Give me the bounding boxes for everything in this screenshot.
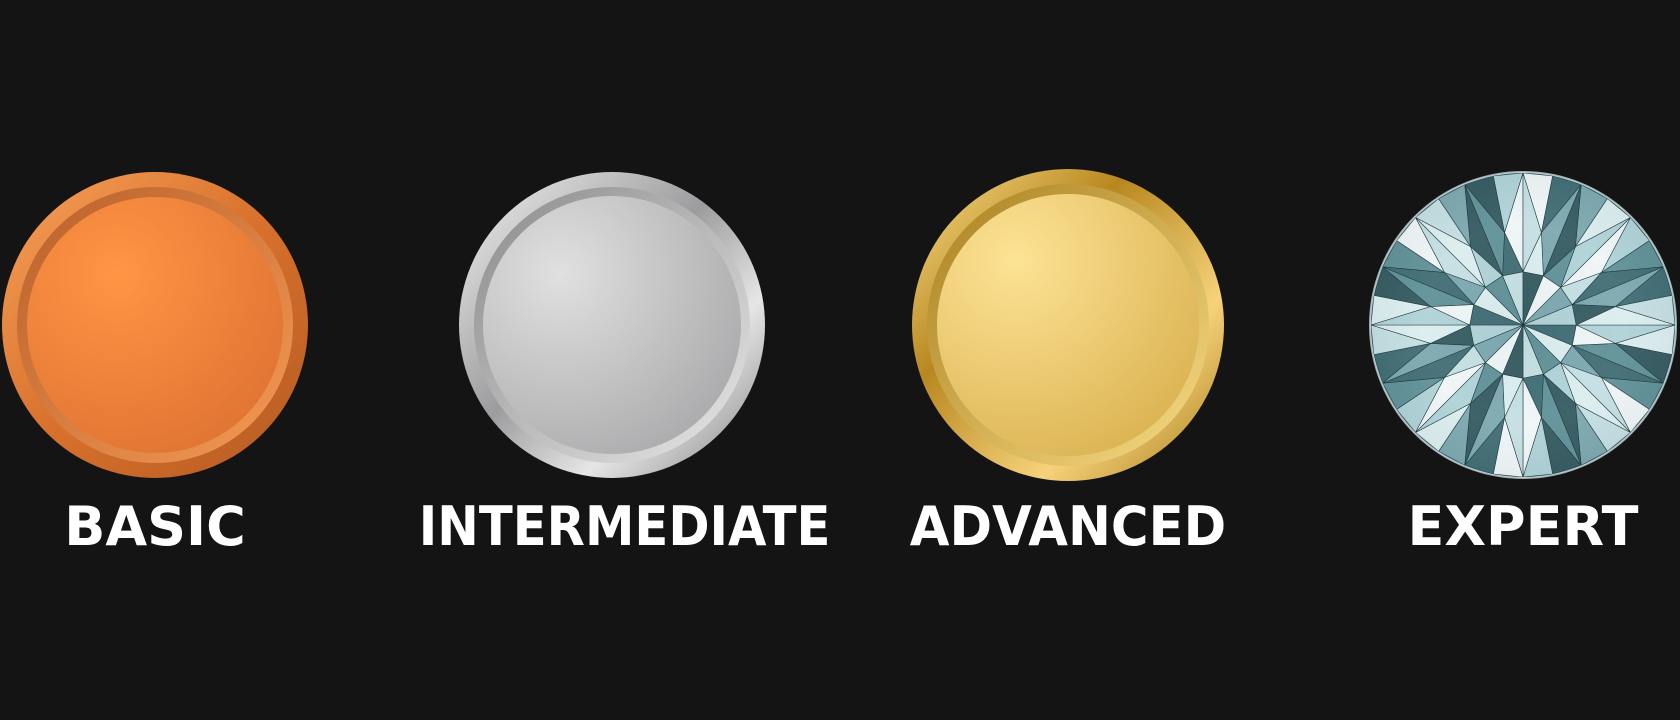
- skill-levels-banner: BASIC INTERMEDIATE ADVANCED EXPERT: [0, 0, 1680, 720]
- level-label-intermediate: INTERMEDIATE: [418, 495, 831, 558]
- gold-medal-icon: [910, 167, 1226, 483]
- diamond-icon: [1368, 170, 1678, 480]
- bronze-medal-icon: [0, 170, 310, 480]
- level-label-basic: BASIC: [64, 495, 246, 558]
- level-label-expert: EXPERT: [1407, 495, 1639, 558]
- level-label-advanced: ADVANCED: [909, 495, 1227, 558]
- silver-medal-icon: [457, 170, 767, 480]
